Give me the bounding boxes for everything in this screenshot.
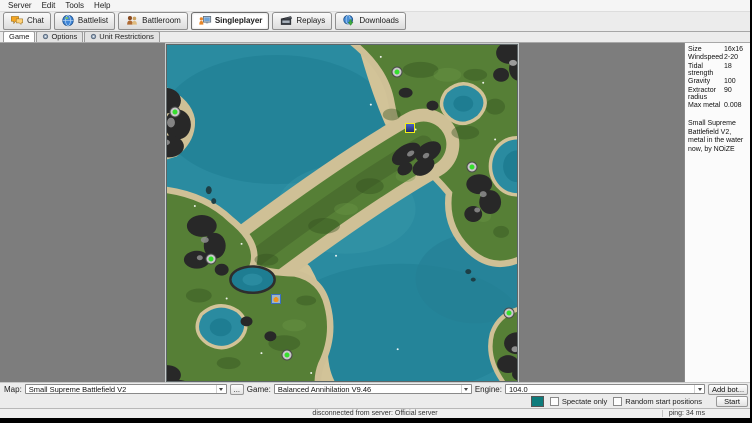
stat-value: 16x16 — [724, 46, 748, 53]
tab-label: Replays — [296, 16, 325, 25]
gear-icon — [42, 33, 49, 40]
tab-chat[interactable]: Chat — [3, 12, 51, 30]
map-stats: Size 16x16 Windspeed 2-20 Tidal strength… — [688, 46, 748, 110]
team-color-button[interactable] — [531, 396, 544, 407]
spectate-only-checkbox[interactable]: Spectate only — [550, 397, 607, 406]
menu-tools[interactable]: Tools — [60, 1, 89, 10]
main-tab-bar: Chat Battlelist Battleroom — [0, 12, 750, 32]
stat-value: 0.008 — [724, 102, 748, 109]
download-globe-icon — [342, 14, 356, 27]
status-bar: disconnected from server: Official serve… — [0, 408, 750, 418]
map-label: Map: — [4, 385, 22, 394]
stat-label: Windspeed — [688, 54, 724, 61]
checkbox-icon[interactable] — [613, 397, 622, 406]
stat-label: Extractor radius — [688, 87, 724, 101]
chevron-down-icon[interactable] — [694, 385, 704, 393]
map-marker-selected-start[interactable] — [405, 123, 415, 133]
chevron-down-icon[interactable] — [216, 385, 226, 393]
singleplayer-icon — [198, 14, 212, 27]
tab-battlelist[interactable]: Battlelist — [54, 12, 115, 30]
checkbox-label: Random start positions — [625, 397, 702, 406]
game-label: Game: — [247, 385, 271, 394]
map-info-row: Windspeed 2-20 — [688, 54, 748, 61]
subtab-label: Options — [51, 32, 77, 41]
lobby-window: Server Edit Tools Help Chat Battlelist — [0, 0, 750, 423]
subtab-unit-restrictions[interactable]: Unit Restrictions — [84, 31, 160, 42]
map-info-panel: Size 16x16 Windspeed 2-20 Tidal strength… — [684, 43, 750, 382]
map-markers — [167, 45, 517, 381]
subtab-options[interactable]: Options — [36, 31, 83, 42]
film-clapper-icon — [279, 14, 293, 27]
map-preview[interactable] — [166, 44, 518, 382]
start-button[interactable]: Start — [716, 396, 748, 407]
map-marker-start[interactable] — [283, 350, 292, 359]
tab-label: Singleplayer — [215, 16, 263, 25]
map-info-row: Tidal strength 18 — [688, 63, 748, 77]
engine-label: Engine: — [475, 385, 502, 394]
map-info-row: Extractor radius 90 — [688, 87, 748, 101]
tab-label: Battlelist — [78, 16, 108, 25]
tab-label: Battleroom — [142, 16, 181, 25]
status-message: disconnected from server: Official serve… — [0, 410, 750, 417]
tab-label: Chat — [27, 16, 44, 25]
engine-select[interactable]: 104.0 — [505, 384, 705, 394]
subtab-game[interactable]: Game — [3, 31, 35, 42]
players-icon — [125, 14, 139, 27]
start-options-row: Spectate only Random start positions Sta… — [0, 395, 750, 408]
subtab-label: Unit Restrictions — [99, 32, 154, 41]
stat-label: Size — [688, 46, 724, 53]
map-marker-start[interactable] — [504, 308, 513, 317]
screen-edge-strip — [0, 418, 750, 423]
tab-downloads[interactable]: Downloads — [335, 12, 406, 30]
tab-battleroom[interactable]: Battleroom — [118, 12, 188, 30]
chevron-down-icon[interactable] — [461, 385, 471, 393]
menu-bar: Server Edit Tools Help — [0, 0, 750, 12]
stat-label: Max metal — [688, 102, 724, 109]
map-marker-start[interactable] — [392, 68, 401, 77]
random-start-positions-checkbox[interactable]: Random start positions — [613, 397, 702, 406]
stat-label: Tidal strength — [688, 63, 724, 77]
tab-singleplayer[interactable]: Singleplayer — [191, 12, 270, 30]
checkbox-label: Spectate only — [562, 397, 607, 406]
game-select-value: Balanced Annihilation V9.46 — [278, 385, 461, 394]
ping-indicator: ping: 34 ms — [662, 410, 705, 417]
menu-help[interactable]: Help — [89, 1, 115, 10]
stat-label: Gravity — [688, 78, 724, 85]
map-marker-start[interactable] — [171, 108, 180, 117]
stat-value: 18 — [724, 63, 748, 77]
singleplayer-sub-tabs: Game Options Unit Restrictions — [0, 32, 750, 43]
map-select[interactable]: Small Supreme Battlefield V2 — [25, 384, 227, 394]
map-marker-start[interactable] — [468, 163, 477, 172]
stat-value: 100 — [724, 78, 748, 85]
tab-label: Downloads — [359, 16, 399, 25]
subtab-label: Game — [9, 32, 29, 41]
map-marker-bot[interactable] — [271, 294, 281, 304]
map-description: Small Supreme Battlefield V2, metal in t… — [688, 120, 748, 154]
engine-select-value: 104.0 — [509, 385, 694, 394]
battle-setup-row: Map: Small Supreme Battlefield V2 ... Ga… — [0, 382, 750, 395]
map-marker-start[interactable] — [206, 254, 215, 263]
game-select[interactable]: Balanced Annihilation V9.46 — [274, 384, 472, 394]
stat-value: 90 — [724, 87, 748, 101]
restriction-icon — [90, 33, 97, 40]
map-browse-button[interactable]: ... — [230, 384, 244, 395]
menu-edit[interactable]: Edit — [37, 1, 61, 10]
map-info-row: Max metal 0.008 — [688, 102, 748, 109]
map-info-row: Size 16x16 — [688, 46, 748, 53]
add-bot-button[interactable]: Add bot... — [708, 384, 748, 395]
battle-config-panel — [0, 43, 684, 382]
menu-server[interactable]: Server — [3, 1, 37, 10]
checkbox-icon[interactable] — [550, 397, 559, 406]
chat-icon — [10, 14, 24, 27]
tab-replays[interactable]: Replays — [272, 12, 332, 30]
stat-value: 2-20 — [724, 54, 748, 61]
map-select-value: Small Supreme Battlefield V2 — [29, 385, 216, 394]
globe-icon — [61, 14, 75, 27]
map-info-row: Gravity 100 — [688, 78, 748, 85]
